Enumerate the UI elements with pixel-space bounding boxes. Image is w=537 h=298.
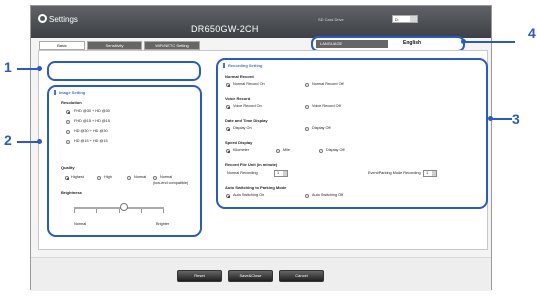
brightness-max-label: Brighter (156, 222, 170, 226)
speed-display-off: Display Off (326, 148, 345, 152)
kilometer-radio[interactable] (226, 149, 230, 153)
callout-number-2: 2 (4, 132, 12, 148)
voice-record-label: Voice Record (225, 96, 251, 101)
language-select[interactable]: English (403, 40, 421, 46)
save-close-button[interactable]: Save&Close (228, 270, 273, 282)
quality-compatible-note: (low-end compatible) (153, 181, 189, 185)
gear-icon (38, 14, 47, 23)
sd-card-select[interactable]: D: (392, 15, 418, 23)
quality-radio-highest[interactable] (65, 176, 69, 180)
callout-line-1 (17, 68, 38, 70)
title-bar: Settings DR650GW-2CH SD Card Drive D: LA… (31, 6, 491, 52)
tab-basic[interactable]: Basic (39, 41, 85, 50)
resolution-option-3: HD @30 + HD @30 (74, 129, 108, 133)
auto-switch-on-radio[interactable] (226, 194, 230, 198)
normal-record-off: Normal Record Off (312, 82, 344, 86)
mile-option: Mile (283, 148, 290, 152)
normal-recording-select[interactable]: 1 (274, 170, 288, 177)
button-bar: Reset Save&Close Cancel (31, 257, 491, 291)
auto-switch-on: Auto Switching On (233, 193, 265, 197)
callout-line-4 (465, 41, 515, 43)
chevron-down-icon (410, 16, 417, 22)
kilometer-option: Kilometer (233, 148, 250, 152)
normal-recording-label: Normal Recording (227, 171, 258, 175)
event-recording-select[interactable]: 1 (423, 170, 437, 177)
record-file-unit-label: Record File Unit (in minute) (225, 162, 278, 167)
resolution-label: Resolution (61, 100, 82, 105)
app-title: Settings (49, 15, 78, 24)
quality-label: Quality (61, 165, 75, 170)
resolution-radio-1[interactable] (66, 110, 70, 114)
normal-record-off-radio[interactable] (305, 83, 309, 87)
speed-display-off-radio[interactable] (319, 149, 323, 153)
voice-record-on-radio[interactable] (226, 105, 230, 109)
sd-card-label: SD Card Drive (318, 17, 344, 22)
normal-record-label: Normal Record (225, 74, 254, 79)
model-name: DR650GW-2CH (191, 24, 259, 34)
date-display-on: Display On (233, 126, 252, 130)
resolution-option-2: FHD @15 + HD @15 (74, 119, 110, 123)
callout-line-3 (492, 118, 512, 120)
resolution-option-1: FHD @30 + HD @30 (74, 109, 110, 113)
resolution-radio-2[interactable] (66, 120, 70, 124)
brightness-min-label: Normal (74, 222, 87, 226)
date-time-label: Date and Time Display (225, 118, 268, 123)
settings-panel: Image Setting Resolution FHD @30 + HD @3… (38, 50, 488, 250)
resolution-option-4: HD @15 + HD @15 (74, 139, 108, 143)
mile-radio[interactable] (276, 149, 280, 153)
event-recording-label: Event/Parking Mode Recording (368, 171, 421, 175)
brightness-tick (141, 209, 142, 213)
voice-record-off: Voice Record Off (312, 104, 341, 108)
callout-dot-1 (37, 66, 42, 71)
date-display-off: Display Off (312, 126, 331, 130)
brightness-tick (96, 209, 97, 213)
recording-setting-title: Recording Setting (223, 63, 262, 68)
date-display-on-radio[interactable] (226, 127, 230, 131)
callout-dot-4 (461, 39, 466, 44)
normal-record-on: Normal Record On (233, 82, 265, 86)
brightness-tick (74, 209, 75, 213)
voice-record-off-radio[interactable] (305, 105, 309, 109)
callout-dot-2 (37, 139, 42, 144)
tab-sensitivity[interactable]: Sensitivity (87, 41, 142, 50)
callout-dot-3 (488, 116, 493, 121)
reset-button[interactable]: Reset (177, 270, 222, 282)
cancel-button[interactable]: Cancel (279, 270, 324, 282)
auto-switch-label: Auto Switching to Parking Mode (225, 185, 287, 190)
quality-normal-compatible: Normal (160, 175, 173, 179)
brightness-slider-thumb[interactable] (119, 203, 128, 211)
quality-high: High (104, 175, 112, 179)
auto-switch-off-radio[interactable] (305, 194, 309, 198)
voice-record-on: Voice Record On (233, 104, 262, 108)
resolution-radio-4[interactable] (66, 140, 70, 144)
language-label: LANGUAGE (316, 40, 388, 48)
speed-display-label: Speed Display (225, 140, 253, 145)
quality-highest: Highest (71, 175, 84, 179)
quality-radio-high[interactable] (97, 176, 101, 180)
image-setting-panel: Image Setting Resolution FHD @30 + HD @3… (47, 85, 202, 237)
brightness-tick (119, 209, 120, 213)
callout-number-3: 3 (512, 111, 520, 127)
tab-wifi-netc-setting[interactable]: WiFi/NETC Setting (144, 41, 200, 50)
brightness-label: Brightness (61, 190, 82, 195)
quality-normal: Normal (134, 175, 147, 179)
normal-recording-value: 1 (277, 171, 280, 175)
empty-setting-area (47, 61, 201, 81)
sd-card-value: D: (395, 17, 399, 22)
normal-record-on-radio[interactable] (226, 83, 230, 87)
quality-radio-normal-compatible[interactable] (153, 176, 157, 180)
settings-window: Settings DR650GW-2CH SD Card Drive D: LA… (30, 5, 492, 291)
callout-number-4: 4 (528, 25, 536, 41)
quality-radio-normal[interactable] (127, 176, 131, 180)
date-display-off-radio[interactable] (305, 127, 309, 131)
callout-number-1: 1 (4, 59, 12, 75)
recording-setting-panel: Recording Setting Normal Record Normal R… (216, 58, 488, 209)
event-recording-value: 1 (426, 171, 429, 175)
auto-switch-off: Auto Switching Off (312, 193, 344, 197)
brightness-tick (163, 209, 164, 213)
callout-line-2 (17, 141, 38, 143)
resolution-radio-3[interactable] (66, 130, 70, 134)
image-setting-title: Image Setting (54, 90, 85, 95)
